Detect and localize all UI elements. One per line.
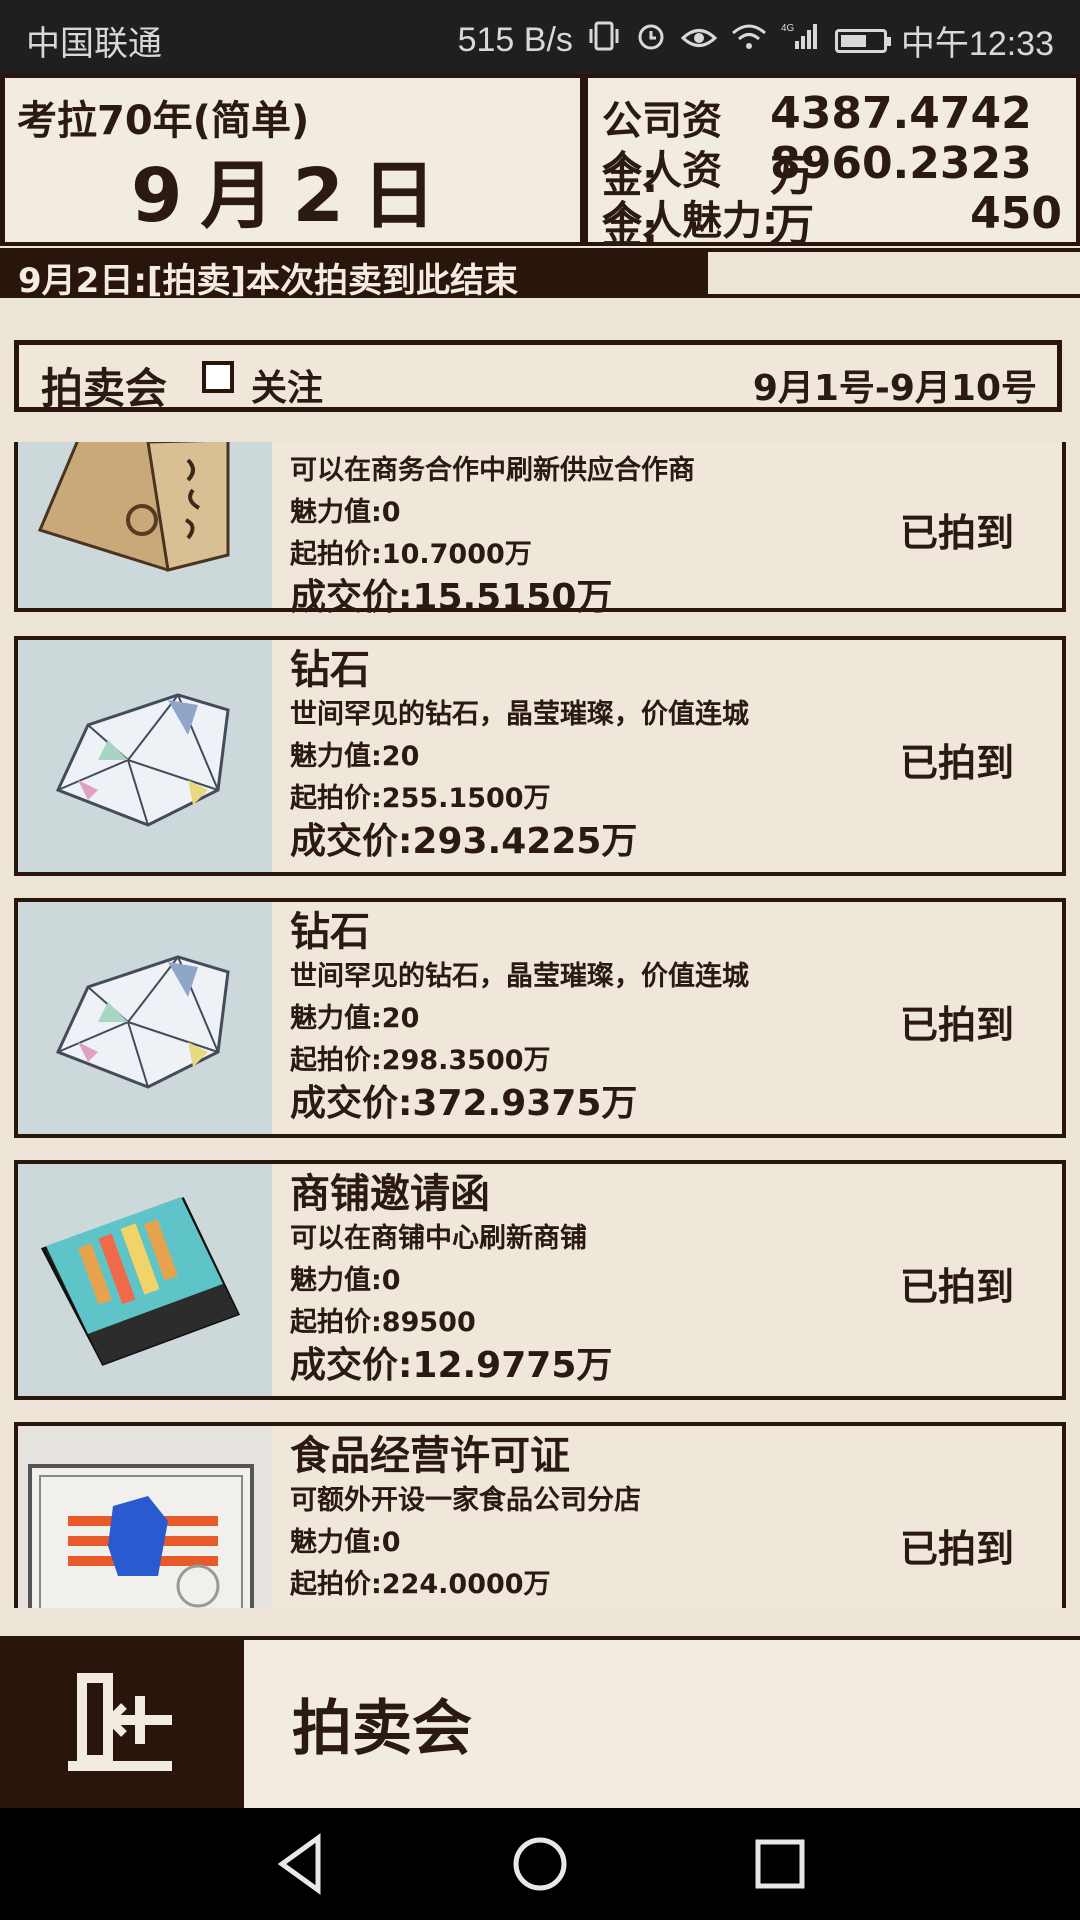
invitation-letter-icon: [18, 442, 272, 608]
item-final-price: 成交价:15.5150万: [290, 577, 613, 618]
back-icon: [277, 1833, 321, 1895]
system-nav-bar: [0, 1808, 1080, 1920]
item-description: 可以在商务合作中刷新供应合作商: [290, 455, 695, 486]
item-description: 世间罕见的钻石，晶莹璀璨，价值连城: [290, 961, 749, 992]
home-icon: [513, 1837, 567, 1891]
screen-title: 拍卖会: [292, 1694, 472, 1764]
item-status: 已拍到: [899, 511, 1014, 555]
item-status: 已拍到: [899, 1527, 1014, 1571]
personal-charm-value: 450: [970, 188, 1062, 239]
company-funds-value: 4387.4742万: [770, 88, 1032, 201]
signal-icon: 4G: [781, 21, 821, 60]
exit-button[interactable]: [0, 1640, 244, 1808]
news-ticker-empty: [708, 252, 1080, 294]
news-ticker: 9月2日:[拍卖]本次拍卖到此结束: [0, 248, 1080, 301]
personal-charm-label: 个人魅力:: [602, 198, 778, 244]
diamond-icon: [18, 902, 272, 1134]
item-status: 已拍到: [899, 1265, 1014, 1309]
personal-funds-value: 8960.2323万: [770, 138, 1032, 251]
item-charm: 魅力值:0: [290, 1527, 401, 1558]
personal-funds: 个人资金: 8960.2323万: [602, 138, 1062, 252]
battery-icon: [834, 28, 891, 53]
item-start-price: 起拍价:224.0000万: [290, 1569, 551, 1600]
auction-header: 拍卖会 关注 9月1号-9月10号: [14, 340, 1062, 413]
item-start-price: 起拍价:298.3500万: [290, 1045, 551, 1076]
auction-item[interactable]: 商铺邀请函 可以在商铺中心刷新商铺 魅力值:0 起拍价:89500 成交价:12…: [14, 1160, 1066, 1400]
auction-item[interactable]: 食品经营许可证 可额外开设一家食品公司分店 魅力值:0 起拍价:224.0000…: [14, 1422, 1066, 1608]
item-start-price: 起拍价:255.1500万: [290, 783, 551, 814]
status-bar: 中国联通 515 B/s 4G 中午12:33: [0, 0, 1080, 74]
item-start-price: 起拍价:10.7000万: [290, 539, 532, 570]
auction-item[interactable]: 钻石 世间罕见的钻石，晶莹璀璨，价值连城 魅力值:20 起拍价:298.3500…: [14, 898, 1066, 1138]
auction-item[interactable]: 可以在商务合作中刷新供应合作商 魅力值:0 起拍价:10.7000万 成交价:1…: [14, 442, 1066, 618]
item-status: 已拍到: [899, 741, 1014, 785]
vibrate-icon: [587, 21, 621, 60]
item-name: 钻石: [290, 909, 370, 955]
recents-icon: [755, 1839, 805, 1889]
auction-title: 拍卖会: [41, 364, 168, 413]
personal-funds-label: 个人资金:: [602, 148, 722, 252]
item-final-price: 成交价:12.9775万: [290, 1345, 613, 1386]
recents-button[interactable]: [746, 1830, 814, 1898]
item-charm: 魅力值:0: [290, 497, 401, 528]
item-start-price: 起拍价:89500: [290, 1307, 476, 1338]
item-final-price: 成交价:293.4225万: [290, 821, 638, 862]
food-license-icon: [18, 1426, 272, 1608]
bottom-bar: 拍卖会: [0, 1636, 1080, 1808]
follow-label[interactable]: 关注: [251, 359, 323, 411]
alarm-icon: [635, 20, 667, 61]
eye-icon: [680, 21, 718, 60]
item-charm: 魅力值:20: [290, 741, 420, 772]
game-header: 考拉70年(简单) 9月2日 公司资金: 4387.4742万 个人资金: 89…: [0, 74, 1080, 252]
shop-invitation-icon: [18, 1164, 272, 1396]
item-charm: 魅力值:0: [290, 1265, 401, 1296]
item-description: 可额外开设一家食品公司分店: [290, 1485, 641, 1516]
item-description: 世间罕见的钻石，晶莹璀璨，价值连城: [290, 699, 749, 730]
network-type: 4G: [781, 23, 795, 34]
item-name: 食品经营许可证: [290, 1433, 570, 1479]
carrier-name: 中国联通: [26, 25, 162, 63]
auction-date-range: 9月1号-9月10号: [752, 368, 1037, 409]
news-text: 9月2日:[拍卖]本次拍卖到此结束: [18, 261, 518, 301]
company-funds: 公司资金: 4387.4742万: [602, 88, 1062, 202]
date-panel: 考拉70年(简单) 9月2日: [5, 78, 580, 242]
clock: 中午12:33: [900, 25, 1054, 63]
personal-charm: 个人魅力: 450: [602, 188, 1062, 244]
item-final-price: 成交价:372.9375万: [290, 1083, 638, 1124]
diamond-icon: [18, 640, 272, 872]
auction-item-list[interactable]: 可以在商务合作中刷新供应合作商 魅力值:0 起拍价:10.7000万 成交价:1…: [0, 442, 1080, 1608]
funds-panel: 公司资金: 4387.4742万 个人资金: 8960.2323万 个人魅力: …: [588, 78, 1076, 252]
net-speed: 515 B/s: [457, 21, 573, 59]
item-status: 已拍到: [899, 1003, 1014, 1047]
follow-checkbox[interactable]: [202, 361, 234, 393]
back-button[interactable]: [266, 1830, 334, 1898]
current-date: 9月2日: [131, 153, 454, 239]
exit-icon: [68, 1673, 172, 1771]
company-funds-label: 公司资金:: [602, 98, 722, 202]
auction-item[interactable]: 钻石 世间罕见的钻石，晶莹璀璨，价值连城 魅力值:20 起拍价:255.1500…: [14, 636, 1066, 876]
wifi-icon: [731, 21, 767, 60]
home-button[interactable]: [506, 1830, 574, 1898]
item-name: 商铺邀请函: [290, 1171, 490, 1217]
item-name: 钻石: [290, 647, 370, 693]
item-description: 可以在商铺中心刷新商铺: [290, 1223, 587, 1254]
item-charm: 魅力值:20: [290, 1003, 420, 1034]
